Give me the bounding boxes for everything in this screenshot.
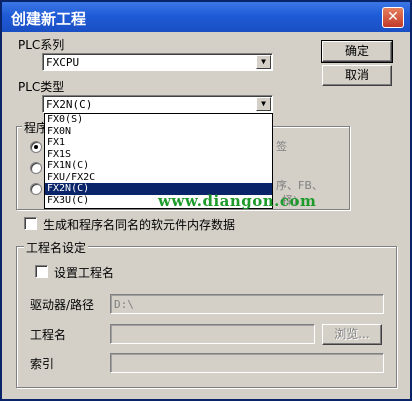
program-option-label-fragment: 签 bbox=[276, 140, 287, 153]
program-type-radio-3[interactable] bbox=[30, 183, 42, 195]
plc-type-value: FX2N(C) bbox=[46, 98, 93, 111]
window-title: 创建新工程 bbox=[11, 10, 87, 28]
plc-series-value: FXCPU bbox=[46, 56, 80, 69]
generate-memory-checkbox[interactable] bbox=[24, 217, 37, 230]
set-project-name-label: 设置工程名 bbox=[54, 266, 115, 280]
set-project-name-checkbox[interactable] bbox=[35, 265, 48, 278]
plc-type-option[interactable]: FX1 bbox=[45, 137, 272, 149]
drive-path-field[interactable]: D:\ bbox=[110, 294, 384, 314]
ok-button[interactable]: 确定 bbox=[321, 40, 393, 63]
project-name-group-title: 工程名设定 bbox=[24, 239, 89, 256]
plc-type-option[interactable]: FX1N(C) bbox=[45, 160, 272, 172]
close-button[interactable]: ✕ bbox=[382, 7, 404, 28]
index-field[interactable] bbox=[110, 353, 384, 373]
chevron-down-icon[interactable]: ▼ bbox=[256, 55, 271, 69]
drive-path-label: 驱动器/路径 bbox=[30, 298, 95, 312]
title-bar[interactable]: 创建新工程 bbox=[2, 2, 410, 32]
generate-memory-label: 生成和程序名同名的软元件内存数据 bbox=[43, 218, 236, 232]
close-icon: ✕ bbox=[387, 9, 399, 25]
create-project-dialog: 创建新工程 ✕ PLC系列 FXCPU ▼ PLC类型 FX2N(C) ▼ 确定… bbox=[0, 0, 412, 401]
plc-type-option[interactable]: FX0(S) bbox=[45, 114, 272, 126]
plc-type-label: PLC类型 bbox=[18, 80, 65, 94]
program-type-radio-1[interactable] bbox=[30, 141, 42, 153]
browse-button[interactable]: 浏览... bbox=[322, 324, 382, 345]
watermark-text: www.diangon.com bbox=[158, 192, 317, 210]
plc-type-option[interactable]: FXU/FX2C bbox=[45, 172, 272, 184]
index-label: 索引 bbox=[30, 357, 55, 371]
plc-type-option[interactable]: FX1S bbox=[45, 149, 272, 161]
project-name-field[interactable] bbox=[110, 324, 315, 344]
chevron-down-icon[interactable]: ▼ bbox=[256, 97, 271, 111]
plc-series-label: PLC系列 bbox=[18, 38, 65, 52]
cancel-button[interactable]: 取消 bbox=[322, 65, 392, 86]
plc-type-select[interactable]: FX2N(C) ▼ bbox=[42, 95, 273, 113]
program-option-label-fragment: 序、FB、 bbox=[276, 179, 323, 192]
program-type-radio-2[interactable] bbox=[30, 162, 42, 174]
project-name-label: 工程名 bbox=[30, 328, 67, 342]
plc-series-select[interactable]: FXCPU ▼ bbox=[42, 53, 273, 71]
drive-path-value: D:\ bbox=[114, 298, 134, 311]
plc-type-option[interactable]: FX0N bbox=[45, 126, 272, 138]
